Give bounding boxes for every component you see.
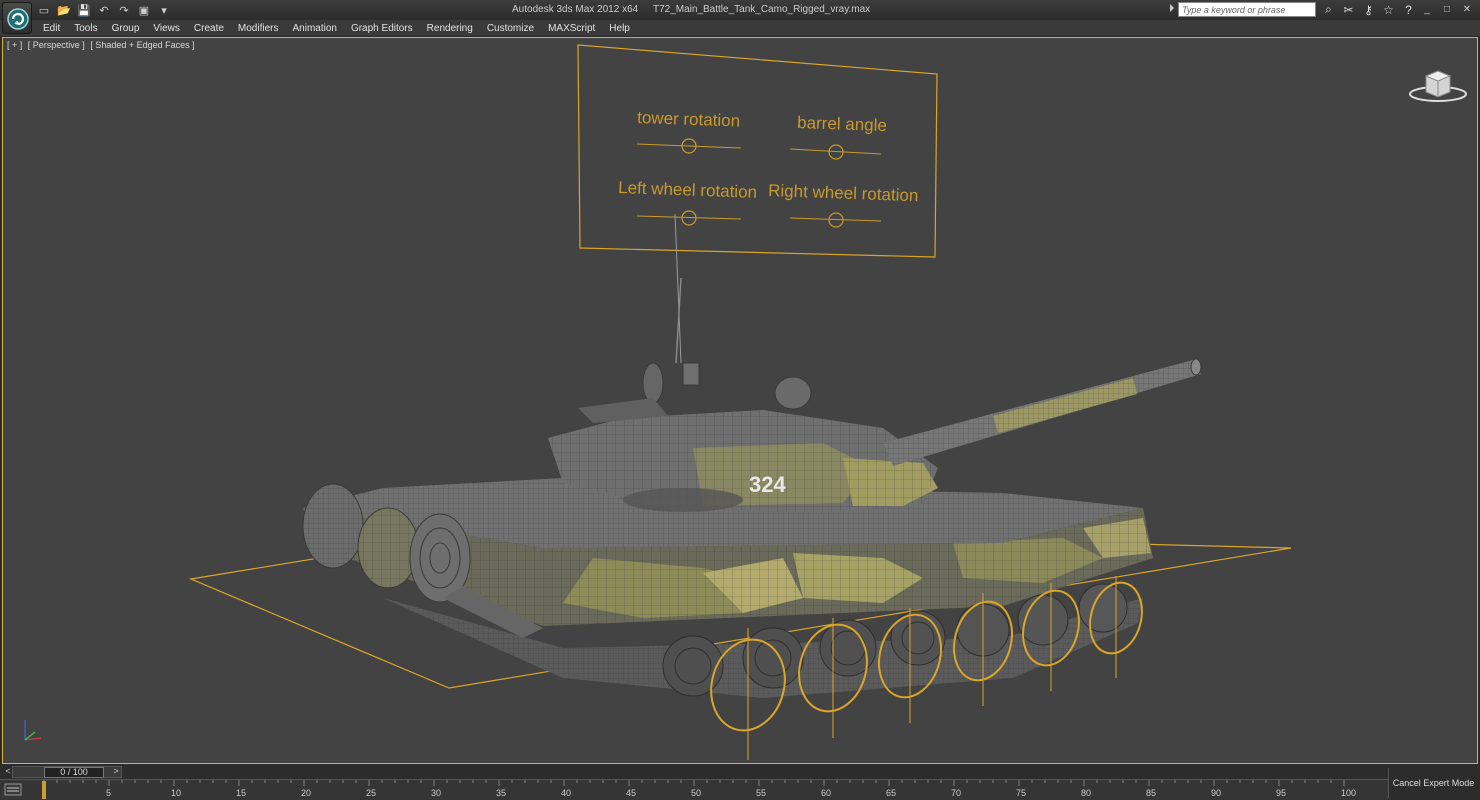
timeline-tick-label: 85 xyxy=(1146,788,1156,798)
timeline-tick-label: 30 xyxy=(431,788,441,798)
slider-right-wheel-rotation[interactable] xyxy=(789,212,882,228)
timeline-tick-label: 35 xyxy=(496,788,506,798)
track-bar[interactable]: 5 10 15 20 25 30 35 40 45 50 55 60 65 70 75 80 85 90 95 100 xyxy=(0,779,1390,800)
viewport-point-of-view[interactable]: [ Perspective ] xyxy=(28,40,85,50)
save-icon[interactable]: 💾 xyxy=(76,3,92,17)
search-input[interactable] xyxy=(1178,2,1316,17)
time-slider-prev-button[interactable]: < xyxy=(2,766,14,778)
slider-left-wheel-rotation[interactable] xyxy=(636,210,742,226)
timeline-tick-label: 80 xyxy=(1081,788,1091,798)
menu-help[interactable]: Help xyxy=(602,23,637,34)
menu-bar: Edit Tools Group Views Create Modifiers Animat… xyxy=(0,20,1480,36)
menu-create[interactable]: Create xyxy=(187,23,231,34)
quick-access-toolbar: ▭ 📂 💾 ↶ ↷ ▣ ▾ xyxy=(36,2,172,18)
timeline-tick-label: 70 xyxy=(951,788,961,798)
3dsmax-logo-icon xyxy=(7,8,29,30)
star-icon[interactable]: ☆ xyxy=(1380,2,1397,17)
timeline-tick-label: 20 xyxy=(301,788,311,798)
control-label-barrel-angle: barrel angle xyxy=(797,113,887,135)
menu-maxscript[interactable]: MAXScript xyxy=(541,23,602,34)
file-name: T72_Main_Battle_Tank_Camo_Rigged_vray.ma… xyxy=(652,4,871,15)
control-label-tower-rotation: tower rotation xyxy=(637,108,741,131)
binoculars-icon[interactable]: ⌕ xyxy=(1320,2,1337,17)
track-bar-ruler: 5 10 15 20 25 30 35 40 45 50 55 60 65 70 75 80 85 90 95 100 xyxy=(42,780,1356,799)
redo-icon[interactable]: ↷ xyxy=(116,3,132,17)
menu-graph-editors[interactable]: Graph Editors xyxy=(344,23,420,34)
viewport-label: [ + ] [ Perspective ] [ Shaded + Edged F… xyxy=(7,40,198,50)
menu-edit[interactable]: Edit xyxy=(36,23,67,34)
timeline-tick-label: 75 xyxy=(1016,788,1026,798)
application-button[interactable] xyxy=(2,2,32,34)
turret: 324 xyxy=(548,277,938,513)
undo-icon[interactable]: ↶ xyxy=(96,3,112,17)
tank-model[interactable]: 324 xyxy=(302,277,1202,698)
timeline-tick-label: 45 xyxy=(626,788,636,798)
menu-modifiers[interactable]: Modifiers xyxy=(231,23,286,34)
minimize-icon[interactable]: _ xyxy=(1418,2,1436,16)
timeline-tick-label: 95 xyxy=(1276,788,1286,798)
slider-barrel-angle[interactable] xyxy=(789,144,882,160)
viewcube-icon[interactable] xyxy=(1408,68,1468,104)
timeline-tick-label: 100 xyxy=(1341,788,1356,798)
timeline-tick-label: 60 xyxy=(821,788,831,798)
new-file-icon[interactable]: ▭ xyxy=(36,3,52,17)
timeline-tick-label: 10 xyxy=(171,788,181,798)
time-slider-next-button[interactable]: > xyxy=(110,766,122,778)
timeline-tick-label: 55 xyxy=(756,788,766,798)
timeline-tick-label: 25 xyxy=(366,788,376,798)
timeline-tick-label: 50 xyxy=(691,788,701,798)
window-controls: _ □ ✕ xyxy=(1418,2,1476,16)
dropdown-arrow-icon[interactable]: ▾ xyxy=(156,3,172,17)
key-icon[interactable]: ⚷ xyxy=(1360,2,1377,17)
timeline-tick-label: 5 xyxy=(106,788,111,798)
info-center-icons: ⌕ ✂ ⚷ ☆? xyxy=(1320,2,1417,17)
control-label-right-wheel-rotation: Right wheel rotation xyxy=(768,181,919,205)
time-slider-thumb[interactable]: 0 / 100 xyxy=(44,767,104,778)
menu-views[interactable]: Views xyxy=(146,23,187,34)
control-label-left-wheel-rotation: Left wheel rotation xyxy=(618,178,758,202)
menu-tools[interactable]: Tools xyxy=(67,23,104,34)
viewport-shading-mode[interactable]: [ Shaded + Edged Faces ] xyxy=(90,40,194,50)
tools-icon[interactable]: ✂ xyxy=(1340,2,1357,17)
slider-tower-rotation[interactable] xyxy=(636,138,742,154)
search-expand-icon[interactable] xyxy=(1170,4,1174,12)
title-bar: ▭ 📂 💾 ↶ ↷ ▣ ▾ Autodesk 3ds Max 2012 x64 T72_Ma… xyxy=(0,0,1480,20)
timeline-tick-label: 65 xyxy=(886,788,896,798)
menu-animation[interactable]: Animation xyxy=(285,23,343,34)
turret-number-decal: 324 xyxy=(749,472,786,497)
perspective-viewport[interactable]: tower rotation barrel angle Left wheel r… xyxy=(2,37,1478,764)
menu-rendering[interactable]: Rendering xyxy=(420,23,480,34)
gun-barrel xyxy=(883,358,1202,466)
menu-group[interactable]: Group xyxy=(105,23,147,34)
help-icon[interactable]: ? xyxy=(1400,2,1417,17)
cancel-expert-mode-button[interactable]: Cancel Expert Mode xyxy=(1388,768,1478,798)
current-frame-marker[interactable] xyxy=(42,781,46,799)
maximize-icon[interactable]: □ xyxy=(1438,2,1456,16)
open-file-icon[interactable]: 📂 xyxy=(56,3,72,17)
mini-curve-editor-icon[interactable] xyxy=(4,781,22,798)
close-icon[interactable]: ✕ xyxy=(1458,2,1476,16)
axis-tripod-icon xyxy=(24,720,42,741)
app-title: Autodesk 3ds Max 2012 x64 xyxy=(512,4,639,15)
timeline-tick-label: 15 xyxy=(236,788,246,798)
time-slider-bar: < 0 / 100 > 5 10 15 20 25 30 35 40 45 50 55 60 65 70 7… xyxy=(0,764,1480,800)
viewport-menu-plus[interactable]: [ + ] xyxy=(7,40,22,50)
timeline-tick-label: 40 xyxy=(561,788,571,798)
menu-customize[interactable]: Customize xyxy=(480,23,541,34)
window-title: Autodesk 3ds Max 2012 x64 T72_Main_Battl… xyxy=(512,4,870,15)
project-folder-icon[interactable]: ▣ xyxy=(136,3,152,17)
menu-items: Edit Tools Group Views Create Modifiers Animat… xyxy=(36,20,637,36)
timeline-tick-label: 90 xyxy=(1211,788,1221,798)
scene-canvas[interactable]: tower rotation barrel angle Left wheel r… xyxy=(3,38,1478,764)
